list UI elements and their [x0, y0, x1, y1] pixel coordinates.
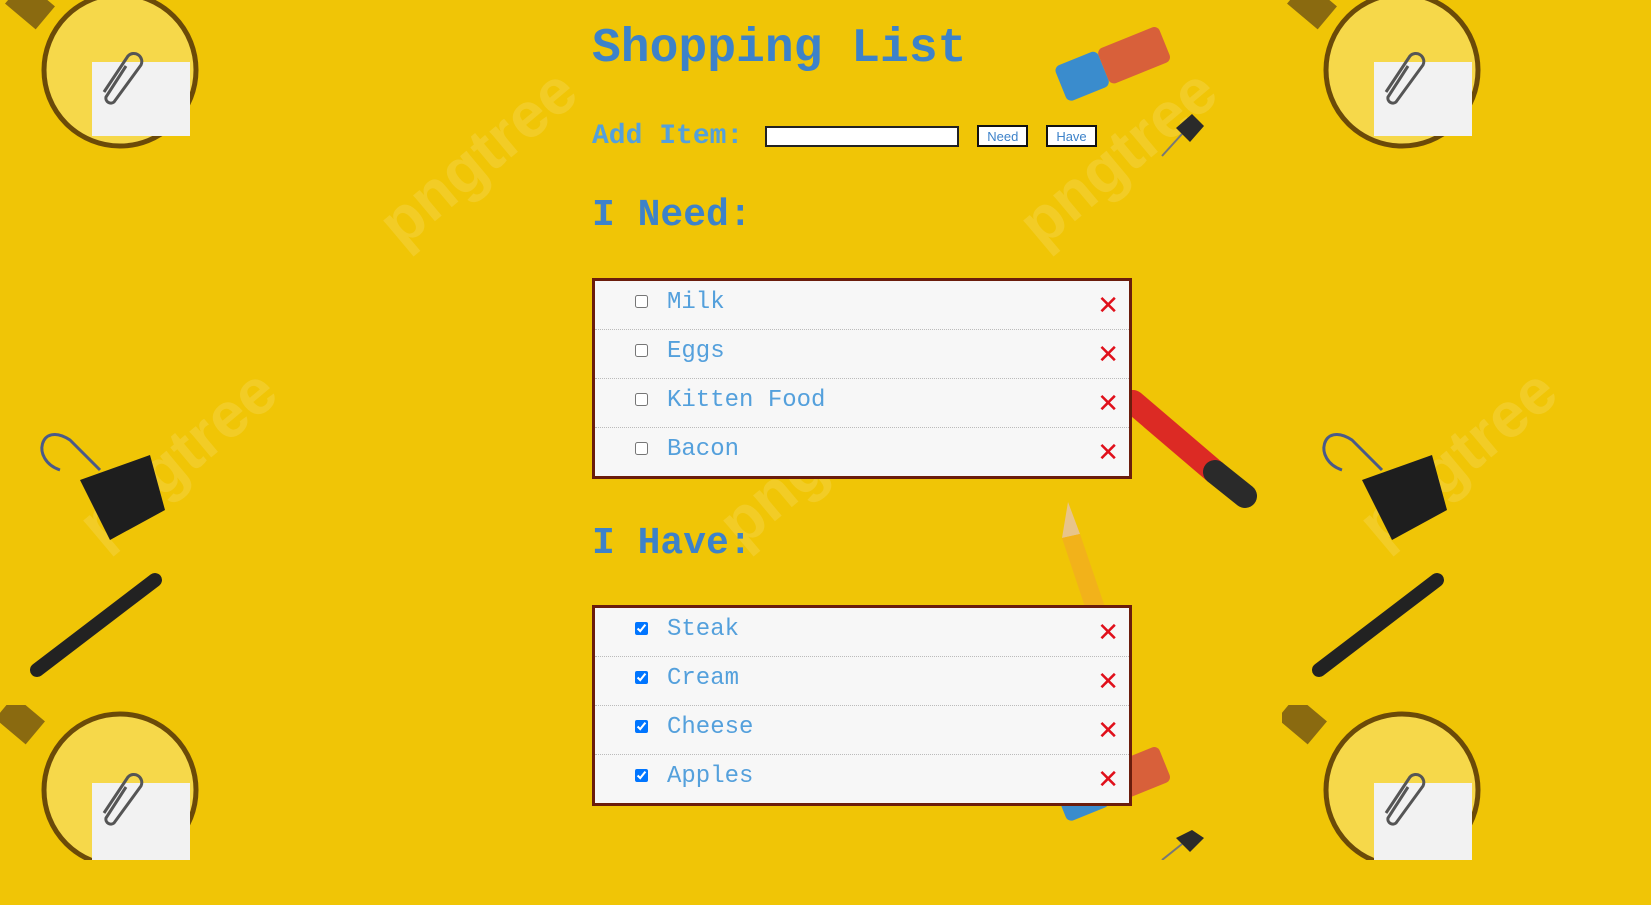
- pushpin-icon: [1161, 114, 1204, 157]
- item-checkbox[interactable]: [635, 393, 648, 406]
- list-item: Cheese ✕: [595, 706, 1129, 755]
- add-item-input[interactable]: [765, 125, 960, 147]
- item-label: Steak: [667, 616, 740, 643]
- need-list: Milk ✕ Eggs ✕ Kitten Food ✕ Bacon ✕: [592, 278, 1132, 479]
- item-label: Cream: [667, 665, 740, 692]
- magnifier-icon: [5, 0, 199, 149]
- page-title: Shopping List: [592, 22, 967, 76]
- magnifier-icon: [1282, 705, 1481, 860]
- pushpin-icon: [1161, 830, 1204, 860]
- item-checkbox[interactable]: [635, 769, 648, 782]
- have-heading: I Have:: [592, 522, 752, 565]
- binder-clip-icon: [40, 433, 165, 540]
- add-item-label: Add Item:: [592, 120, 744, 152]
- item-checkbox[interactable]: [635, 344, 648, 357]
- delete-icon[interactable]: ✕: [1097, 767, 1119, 793]
- list-item: Kitten Food ✕: [595, 379, 1129, 428]
- delete-icon[interactable]: ✕: [1097, 293, 1119, 319]
- delete-icon[interactable]: ✕: [1097, 342, 1119, 368]
- pencil-icon: [1062, 502, 1106, 610]
- list-item: Milk ✕: [595, 281, 1129, 330]
- item-label: Apples: [667, 763, 754, 790]
- binder-clip-icon: [1322, 433, 1447, 540]
- need-button[interactable]: Need: [977, 125, 1029, 147]
- delete-icon[interactable]: ✕: [1097, 669, 1119, 695]
- have-button[interactable]: Have: [1046, 125, 1097, 147]
- item-checkbox[interactable]: [635, 295, 648, 308]
- item-checkbox[interactable]: [635, 671, 648, 684]
- delete-icon[interactable]: ✕: [1097, 440, 1119, 466]
- delete-icon[interactable]: ✕: [1097, 620, 1119, 646]
- item-label: Kitten Food: [667, 387, 826, 414]
- delete-icon[interactable]: ✕: [1097, 391, 1119, 417]
- item-label: Cheese: [667, 714, 754, 741]
- red-marker-icon: [1125, 390, 1257, 508]
- have-list: Steak ✕ Cream ✕ Cheese ✕ Apples ✕: [592, 605, 1132, 806]
- item-checkbox[interactable]: [635, 622, 648, 635]
- list-item: Cream ✕: [595, 657, 1129, 706]
- item-checkbox[interactable]: [635, 442, 648, 455]
- item-label: Milk: [667, 289, 725, 316]
- watermark: pngtree: [364, 53, 591, 261]
- delete-icon[interactable]: ✕: [1097, 718, 1119, 744]
- item-label: Bacon: [667, 436, 740, 463]
- add-item-form: Add Item: Need Have: [592, 116, 1115, 156]
- list-item: Bacon ✕: [595, 428, 1129, 476]
- item-label: Eggs: [667, 338, 725, 365]
- need-heading: I Need:: [592, 194, 752, 237]
- list-item: Eggs ✕: [595, 330, 1129, 379]
- item-checkbox[interactable]: [635, 720, 648, 733]
- marker-icon: [1312, 573, 1444, 677]
- magnifier-icon: [1287, 0, 1481, 149]
- magnifier-icon: [0, 705, 199, 860]
- marker-icon: [30, 573, 162, 677]
- eraser-icon: [1055, 27, 1170, 101]
- list-item: Steak ✕: [595, 608, 1129, 657]
- list-item: Apples ✕: [595, 755, 1129, 803]
